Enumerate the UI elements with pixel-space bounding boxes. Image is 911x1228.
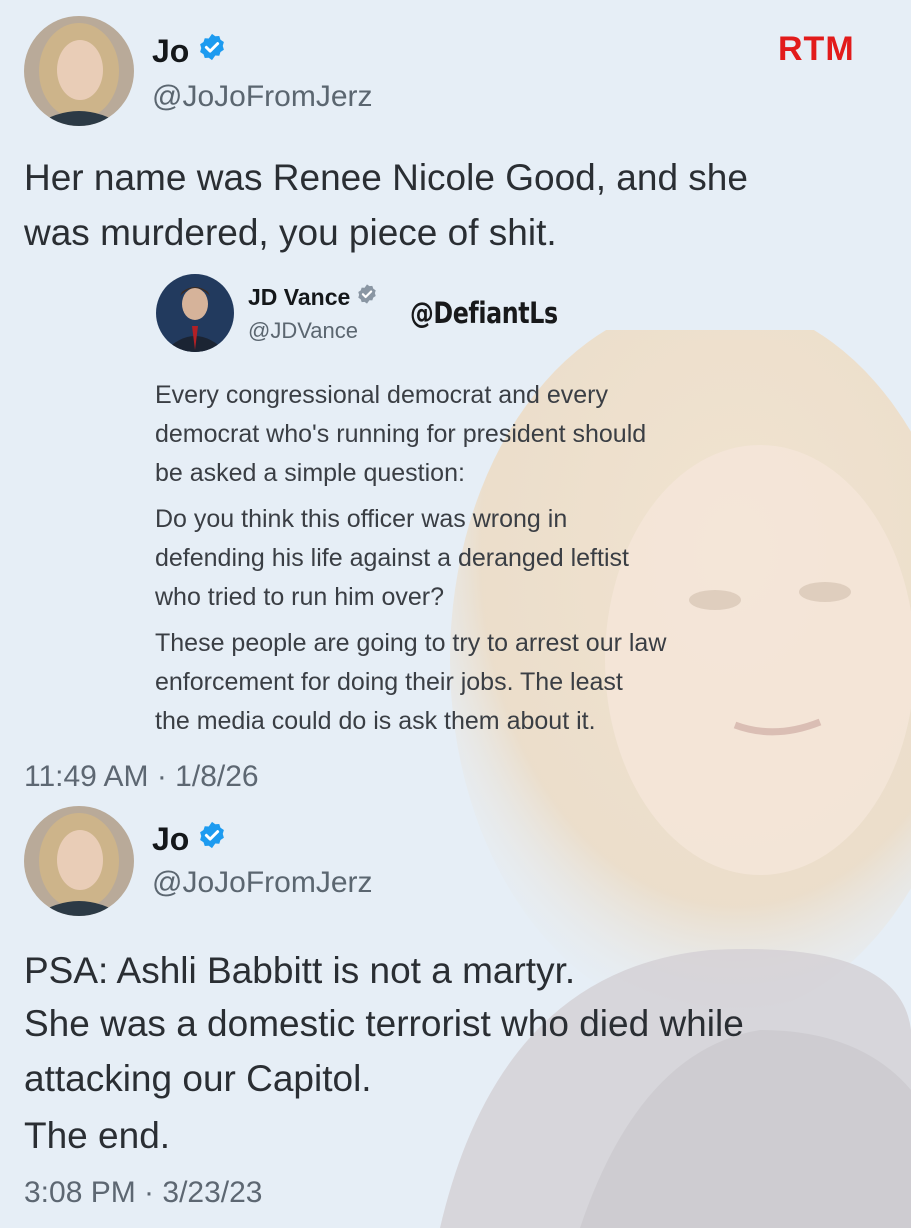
jo-display-name[interactable]: Jo (152, 32, 227, 70)
jo-display-name[interactable]: Jo (152, 820, 227, 858)
verified-badge-icon (197, 32, 227, 70)
jo-name-text: Jo (152, 820, 190, 857)
jd-vance-name-text: JD Vance (248, 283, 351, 310)
quoted-paragraph-3: These people are going to try to arrest … (155, 629, 667, 735)
rtm-logo: RTM (778, 30, 855, 68)
jd-vance-display-name[interactable]: JD Vance (248, 283, 378, 311)
jo-avatar[interactable] (24, 16, 134, 126)
jd-vance-handle[interactable]: @JDVance (248, 318, 358, 344)
jo-name-text: Jo (152, 32, 190, 69)
tweet1-text: Her name was Renee Nicole Good, and she … (24, 157, 748, 253)
tweet1-timestamp[interactable]: 11:49 AM · 1/8/26 (24, 760, 259, 794)
quoted-paragraph-2: Do you think this officer was wrong in d… (155, 505, 629, 611)
jo-handle[interactable]: @JoJoFromJerz (152, 866, 373, 900)
tweet2-line-3: The end. (24, 1115, 171, 1156)
tweet2-line-2: She was a domestic terrorist who died wh… (24, 1003, 744, 1099)
verified-badge-icon (356, 283, 378, 311)
quoted-paragraph-1: Every congressional democrat and every d… (155, 381, 647, 487)
jo-avatar[interactable] (24, 806, 134, 916)
jo-handle[interactable]: @JoJoFromJerz (152, 80, 373, 114)
jd-vance-avatar[interactable] (156, 274, 234, 352)
tweet2-line-1: PSA: Ashli Babbitt is not a martyr. (24, 950, 576, 991)
defiantls-watermark: @DefiantLs (410, 296, 558, 330)
tweet2-timestamp[interactable]: 3:08 PM · 3/23/23 (24, 1176, 262, 1210)
verified-badge-icon (197, 820, 227, 858)
